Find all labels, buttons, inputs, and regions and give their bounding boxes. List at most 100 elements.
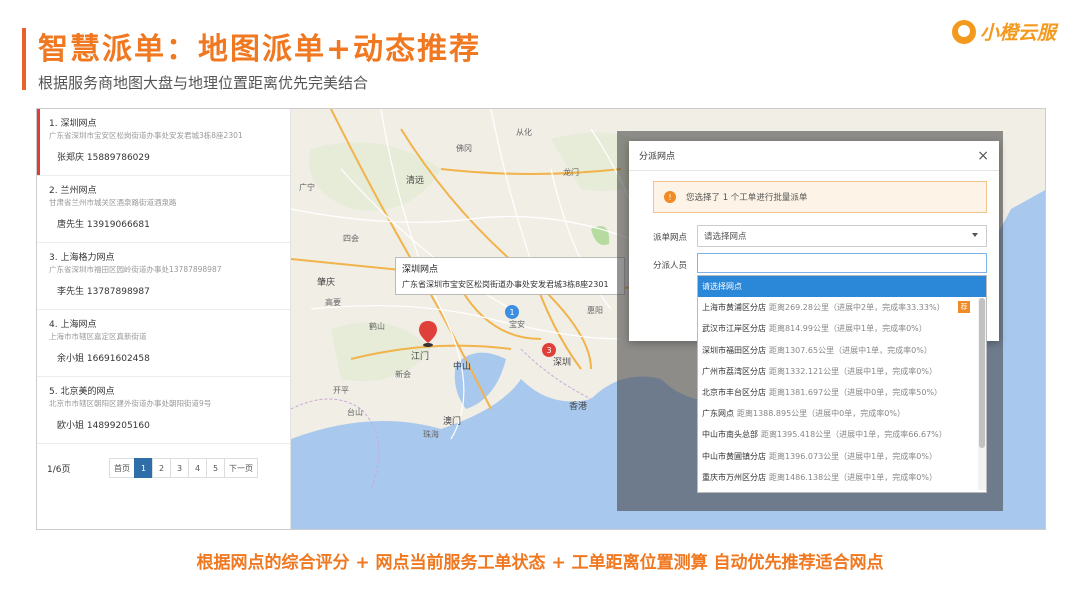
outlet-contact: 欧小姐 14899205160 xyxy=(57,421,150,431)
map-label: 高要 xyxy=(325,298,341,307)
outlet-name: 1. 深圳网点 xyxy=(49,119,97,129)
outlet-field-label: 派单网点 xyxy=(653,233,688,243)
option-name: 北京市丰台区分店 xyxy=(702,388,766,398)
dropdown-option[interactable]: 武汉市江岸区分店 距离814.99公里（进展中1单，完成率0%） xyxy=(698,318,986,339)
map-label: 鹤山 xyxy=(369,322,385,331)
footer-banner: 根据网点的综合评分 + 网点当前服务工单状态 + 工单距离位置测算 自动优先推荐… xyxy=(196,553,884,573)
dropdown-option[interactable]: 广州市荔湾区分店 距离1332.121公里（进展中1单，完成率0%） xyxy=(698,361,986,382)
dropdown-option[interactable]: 重庆市万州区分店 距离1486.138公里（进展中1单，完成率0%） xyxy=(698,467,986,488)
outlet-item[interactable]: 3. 上海格力网点 广东省深圳市福田区园岭街道办事处13787898987 李先… xyxy=(37,243,290,310)
map-label: 台山 xyxy=(347,408,363,417)
option-name: 请选择网点 xyxy=(702,282,742,292)
map-marker-icon[interactable] xyxy=(419,321,437,347)
page-button-4[interactable]: 4 xyxy=(188,458,207,478)
map-cluster-marker-blue[interactable]: 1 xyxy=(505,305,519,319)
option-distance: 距离269.28公里（进展中2单，完成率33.33%） xyxy=(769,303,945,313)
option-name: 武汉市江岸区分店 xyxy=(702,324,766,334)
option-distance: 距离1486.138公里（进展中1单，完成率0%） xyxy=(769,472,937,482)
map-label: 广宁 xyxy=(299,183,315,192)
option-name: 广东网点 xyxy=(702,409,734,419)
dialog-header: 分派网点 × xyxy=(629,141,999,171)
logo-text: 小橙云服 xyxy=(979,22,1056,44)
page-button-2[interactable]: 2 xyxy=(152,458,171,478)
outlet-item[interactable]: 2. 兰州网点 甘肃省兰州市城关区酒泉路街道酒泉路 唐先生 1391906668… xyxy=(37,176,290,243)
outlet-contact: 李先生 13787898987 xyxy=(57,287,150,297)
option-distance: 距离1307.65公里（进展中1单，完成率0%） xyxy=(769,345,932,355)
dropdown-option[interactable]: 中山市黄圃镇分店 距离1396.073公里（进展中1单，完成率0%） xyxy=(698,446,986,467)
option-distance: 距离1388.895公里（进展中0单，完成率0%） xyxy=(737,409,905,419)
page-count: 1/6页 xyxy=(47,464,71,475)
brand-logo: 小橙云服 xyxy=(951,18,1056,45)
map-label: 龙门 xyxy=(563,168,579,177)
staff-field-label: 分派人员 xyxy=(653,261,688,271)
dropdown-scrollbar[interactable] xyxy=(978,298,986,490)
outlet-address: 甘肃省兰州市城关区酒泉路街道酒泉路 xyxy=(49,198,177,207)
outlet-address: 上海市市辖区嘉定区真新街道 xyxy=(49,332,147,341)
outlet-select-value: 请选择网点 xyxy=(704,232,747,242)
dropdown-option[interactable]: 上海市黄浦区分店 距离269.28公里（进展中2单，完成率33.33%） 荐 xyxy=(698,297,986,318)
outlet-dropdown: 请选择网点 上海市黄浦区分店 距离269.28公里（进展中2单，完成率33.33%… xyxy=(697,275,987,493)
outlet-contact: 唐先生 13919066681 xyxy=(57,220,150,230)
dialog-title: 分派网点 xyxy=(639,152,676,162)
map-label: 惠阳 xyxy=(587,306,603,315)
page-title: 智慧派单：地图派单+动态推荐 xyxy=(38,32,482,67)
option-distance: 距离1381.697公里（进展中0单，完成率50%） xyxy=(769,388,943,398)
map-label: 开平 xyxy=(333,386,349,395)
recommend-badge: 荐 xyxy=(958,301,970,314)
notice-text: 您选择了 1 个工单进行批量派单 xyxy=(686,193,808,203)
option-name: 中山市黄圃镇分店 xyxy=(702,451,766,461)
outlet-name: 4. 上海网点 xyxy=(49,320,97,330)
option-name: 深圳市福田区分店 xyxy=(702,345,766,355)
app-screenshot: 1. 深圳网点 广东省深圳市宝安区松岗街道办事处安发君城3栋8座2301 张郑庆… xyxy=(36,108,1046,530)
map-cluster-marker-red[interactable]: 3 xyxy=(542,343,556,357)
outlet-name: 5. 北京美的网点 xyxy=(49,387,115,397)
pagination: 1/6页 首页 1 2 3 4 5 下一页 xyxy=(37,457,291,479)
outlet-address: 广东省深圳市福田区园岭街道办事处13787898987 xyxy=(49,265,222,274)
slide: 智慧派单：地图派单+动态推荐 根据服务商地图大盘与地理位置距离优先完美结合 小橙… xyxy=(0,0,1080,608)
chevron-down-icon xyxy=(972,233,978,237)
popup-title: 深圳网点 xyxy=(402,265,439,275)
title-accent-bar xyxy=(22,28,26,90)
outlet-name: 3. 上海格力网点 xyxy=(49,253,115,263)
scrollbar-thumb[interactable] xyxy=(979,298,985,448)
option-distance: 距离814.99公里（进展中1单，完成率0%） xyxy=(769,324,927,334)
map-label: 清远 xyxy=(406,176,425,186)
close-icon[interactable]: × xyxy=(977,148,989,164)
outlet-search-input[interactable] xyxy=(697,253,987,273)
option-name: 中山市南头总部 xyxy=(702,430,758,440)
page-button-1[interactable]: 1 xyxy=(134,458,153,478)
selection-notice: ! 您选择了 1 个工单进行批量派单 xyxy=(653,181,987,213)
outlet-list: 1. 深圳网点 广东省深圳市宝安区松岗街道办事处安发君城3栋8座2301 张郑庆… xyxy=(37,109,291,529)
popup-address: 广东省深圳市宝安区松岗街道办事处安发君城3栋8座2301 xyxy=(402,280,609,289)
map-label: 深圳 xyxy=(553,358,572,368)
outlet-select[interactable]: 请选择网点 xyxy=(697,225,987,247)
outlet-item[interactable]: 4. 上海网点 上海市市辖区嘉定区真新街道 余小姐 16691602458 xyxy=(37,310,290,377)
outlet-contact: 张郑庆 15889786029 xyxy=(57,153,150,163)
outlet-name: 2. 兰州网点 xyxy=(49,186,97,196)
dropdown-option[interactable]: 北京市丰台区分店 距离1381.697公里（进展中0单，完成率50%） xyxy=(698,382,986,403)
dropdown-option[interactable]: 广东网点 距离1388.895公里（进展中0单，完成率0%） xyxy=(698,403,986,424)
map-info-popup: 深圳网点 广东省深圳市宝安区松岗街道办事处安发君城3栋8座2301 xyxy=(395,257,625,295)
next-page-button[interactable]: 下一页 xyxy=(224,458,258,478)
outlet-item[interactable]: 1. 深圳网点 广东省深圳市宝安区松岗街道办事处安发君城3栋8座2301 张郑庆… xyxy=(37,109,290,176)
map-label: 肇庆 xyxy=(317,278,336,288)
outlet-address: 北京市市辖区朝阳区建外街道办事处朝阳街道9号 xyxy=(49,399,212,408)
outlet-address: 广东省深圳市宝安区松岗街道办事处安发君城3栋8座2301 xyxy=(49,131,243,140)
first-page-button[interactable]: 首页 xyxy=(109,458,135,478)
page-subtitle: 根据服务商地图大盘与地理位置距离优先完美结合 xyxy=(38,74,369,92)
page-button-5[interactable]: 5 xyxy=(206,458,225,478)
orange-logo-icon xyxy=(951,19,976,44)
option-distance: 距离1396.073公里（进展中1单，完成率0%） xyxy=(769,451,937,461)
dropdown-option[interactable]: 深圳市福田区分店 距离1307.65公里（进展中1单，完成率0%） xyxy=(698,340,986,361)
outlet-contact: 余小姐 16691602458 xyxy=(57,354,150,364)
dropdown-option[interactable]: 中山市南头总部 距离1395.418公里（进展中1单，完成率66.67%） xyxy=(698,424,986,445)
map-label: 香港 xyxy=(569,402,588,412)
page-button-3[interactable]: 3 xyxy=(170,458,189,478)
map-label: 江门 xyxy=(411,352,430,362)
map-label: 澳门 xyxy=(443,417,462,427)
option-name: 重庆市万州区分店 xyxy=(702,472,766,482)
map-label: 新会 xyxy=(395,370,411,379)
option-name: 上海市黄浦区分店 xyxy=(702,303,766,313)
outlet-item[interactable]: 5. 北京美的网点 北京市市辖区朝阳区建外街道办事处朝阳街道9号 欧小姐 148… xyxy=(37,377,290,444)
dropdown-option[interactable]: 请选择网点 xyxy=(698,276,986,298)
